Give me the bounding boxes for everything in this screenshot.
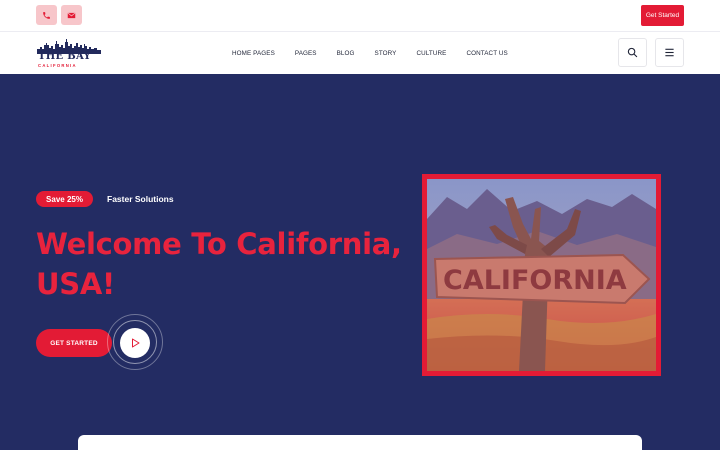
- play-icon: [132, 338, 140, 348]
- nav-menu: HOME PAGES PAGES BLOG STORY CULTURE CONT…: [232, 32, 528, 74]
- brand-logo[interactable]: THE BAY CALIFORNIA: [37, 38, 101, 70]
- hero-image-frame: CALIFORNIA: [422, 174, 661, 376]
- get-started-hero-button[interactable]: GET STARTED: [36, 329, 112, 357]
- envelope-icon: [67, 12, 76, 18]
- discount-badge: Save 25%: [36, 191, 93, 207]
- phone-button[interactable]: [36, 5, 57, 25]
- menu-button[interactable]: [655, 38, 684, 67]
- phone-icon: [43, 11, 50, 19]
- hero-section: Save 25% Faster Solutions Welcome To Cal…: [0, 74, 720, 450]
- main-navbar: THE BAY CALIFORNIA HOME PAGES PAGES BLOG…: [0, 32, 720, 74]
- search-icon: [627, 47, 638, 58]
- bottom-content-card: [78, 435, 642, 450]
- nav-item-story[interactable]: STORY: [375, 50, 397, 57]
- nav-item-contact-us[interactable]: CONTACT US: [466, 50, 507, 57]
- hero-title: Welcome To California, USA!: [36, 224, 416, 304]
- nav-item-home-pages[interactable]: HOME PAGES: [232, 50, 275, 57]
- top-utility-bar: Get Started: [0, 0, 720, 32]
- badge-caption: Faster Solutions: [107, 194, 174, 204]
- california-sign-image: CALIFORNIA: [427, 179, 656, 371]
- get-started-top-button[interactable]: Get Started: [641, 5, 684, 26]
- nav-item-blog[interactable]: BLOG: [337, 50, 355, 57]
- brand-name: THE BAY: [38, 51, 91, 62]
- search-button[interactable]: [618, 38, 647, 67]
- brand-tagline: CALIFORNIA: [38, 63, 77, 68]
- hero-title-line1: Welcome To California,: [36, 227, 402, 261]
- email-button[interactable]: [61, 5, 82, 25]
- play-video-button[interactable]: [120, 328, 150, 358]
- sign-text: CALIFORNIA: [443, 265, 627, 296]
- nav-item-culture[interactable]: CULTURE: [416, 50, 446, 57]
- nav-item-pages[interactable]: PAGES: [295, 50, 317, 57]
- hero-title-line2: USA!: [36, 267, 115, 301]
- hamburger-menu-icon: [665, 48, 674, 57]
